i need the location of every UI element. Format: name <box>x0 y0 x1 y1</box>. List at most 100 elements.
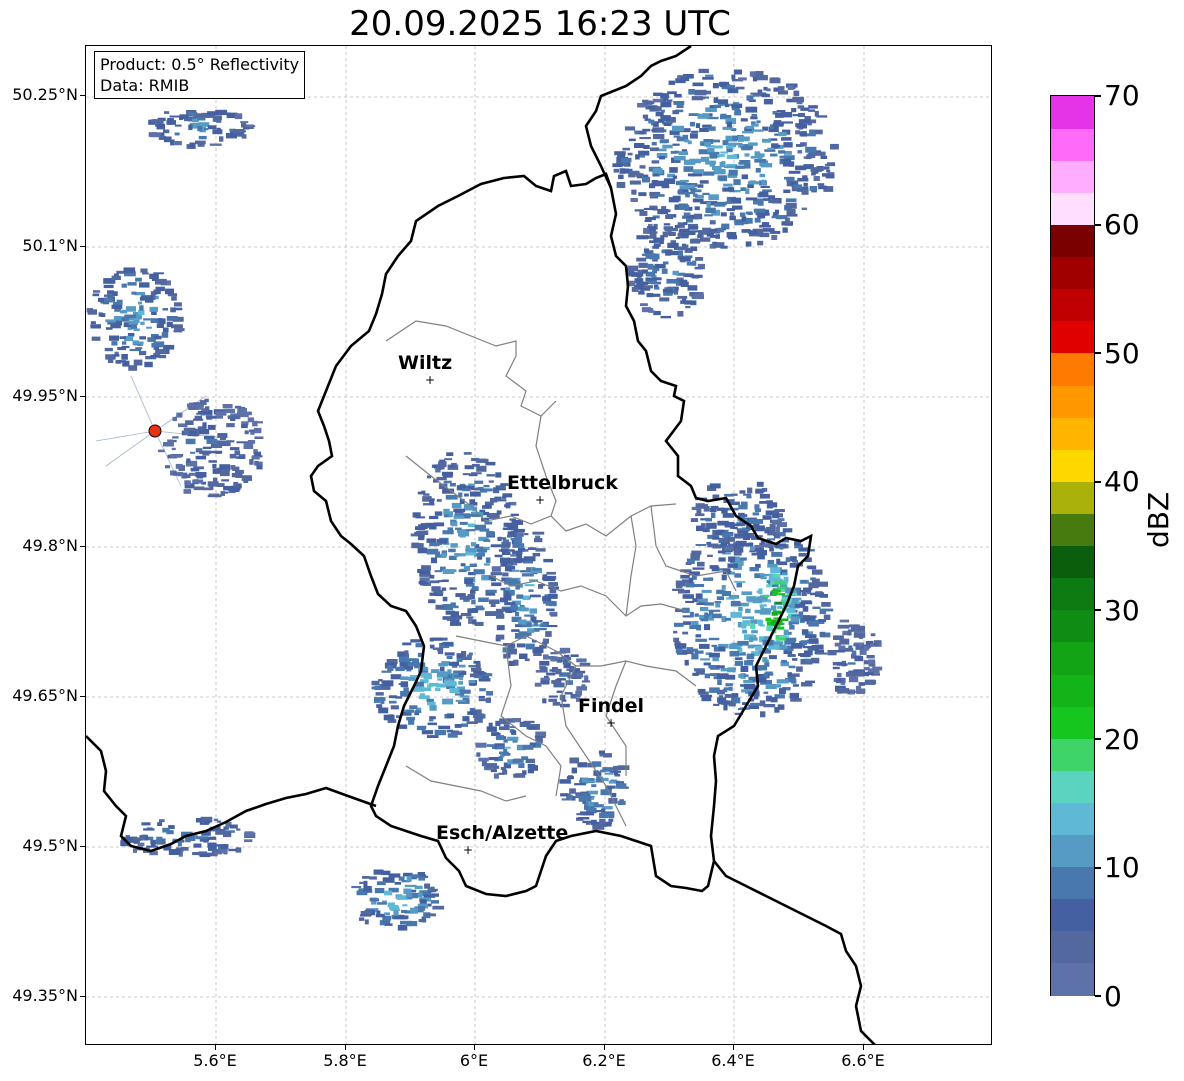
echo-cell <box>511 518 516 524</box>
echo-cell <box>751 114 757 117</box>
echo-cell <box>431 586 441 592</box>
echo-cell <box>699 180 709 184</box>
echo-cell <box>778 513 783 518</box>
echo-cell <box>796 666 803 672</box>
echo-cell <box>190 451 196 454</box>
echo-cell <box>651 129 657 132</box>
echo-cell <box>652 245 659 249</box>
echo-cell <box>415 643 423 648</box>
echo-cell <box>139 282 150 288</box>
echo-cell <box>543 558 553 563</box>
echo-cell <box>703 577 714 581</box>
echo-cell <box>423 493 430 496</box>
echo-cell <box>195 818 202 823</box>
echo-cell <box>720 245 728 249</box>
echo-cell <box>467 548 480 553</box>
echo-cell <box>469 673 478 678</box>
echo-cell <box>252 420 258 427</box>
echo-cell <box>690 189 702 193</box>
echo-cell <box>197 117 206 121</box>
echo-cell <box>166 321 173 327</box>
echo-cell <box>754 609 766 614</box>
echo-cell <box>167 118 174 121</box>
echo-cell <box>738 77 747 81</box>
echo-cell <box>727 563 738 568</box>
echo-cell <box>224 831 232 836</box>
echo-cell <box>129 348 142 352</box>
echo-cell <box>757 596 765 602</box>
echo-cell <box>776 684 782 688</box>
echo-cell <box>773 533 781 539</box>
product-info-box: Product: 0.5° Reflectivity Data: RMIB <box>94 51 306 99</box>
echo-cell <box>169 115 180 118</box>
echo-cell <box>157 822 163 826</box>
echo-cell <box>751 630 758 634</box>
echo-cell <box>700 607 709 612</box>
echo-cell <box>406 876 412 882</box>
echo-cell <box>702 227 711 233</box>
echo-cell <box>857 625 865 632</box>
echo-cell <box>174 141 182 146</box>
echo-cell <box>416 725 427 730</box>
echo-cell <box>376 704 383 708</box>
echo-cell <box>109 335 119 341</box>
echo-cell <box>546 571 556 575</box>
echo-cell <box>735 657 743 660</box>
echo-cell <box>611 792 617 798</box>
echo-cell <box>723 704 728 711</box>
echo-cell <box>706 541 712 545</box>
echo-cell <box>217 467 224 470</box>
echo-cell <box>639 210 648 216</box>
echo-cell <box>538 627 547 631</box>
echo-cell <box>786 158 792 162</box>
dbz-colorbar <box>1050 95 1095 996</box>
echo-cell <box>374 685 382 691</box>
echo-cell <box>786 607 796 613</box>
echo-cell <box>866 655 875 659</box>
echo-cell <box>478 526 484 530</box>
colorbar-segment <box>1051 128 1094 161</box>
echo-cell <box>615 781 625 784</box>
echo-cell <box>153 272 164 275</box>
echo-cell <box>672 195 681 202</box>
echo-cell <box>721 507 728 514</box>
echo-cell <box>853 642 865 645</box>
echo-cell <box>463 452 472 455</box>
echo-cell <box>511 730 517 735</box>
echo-cell <box>205 406 210 411</box>
echo-cell <box>691 653 699 660</box>
echo-cell <box>548 695 558 698</box>
echo-cell <box>684 184 695 189</box>
echo-cell <box>686 261 696 266</box>
echo-cell <box>704 673 710 679</box>
echo-cell <box>139 350 147 356</box>
echo-cell <box>711 613 722 619</box>
echo-cell <box>97 297 105 302</box>
radar-map[interactable]: + + + + Wiltz Ettelbruck Findel Esch/Alz… <box>85 45 992 1045</box>
echo-cell <box>754 217 761 223</box>
echo-cell <box>121 354 128 360</box>
echo-cell <box>678 204 690 210</box>
echo-cell <box>405 921 418 927</box>
echo-cell <box>197 126 203 132</box>
echo-cell <box>524 533 529 536</box>
echo-cell <box>655 111 664 117</box>
echo-cell <box>426 698 434 702</box>
echo-cell <box>702 528 710 533</box>
echo-cell <box>163 442 174 447</box>
echo-cell <box>516 643 526 648</box>
echo-cell <box>698 643 710 649</box>
echo-cell <box>566 668 573 671</box>
colorbar-segment <box>1051 481 1094 514</box>
echo-cell <box>486 691 493 696</box>
echo-cell <box>462 697 470 701</box>
echo-cell <box>758 588 763 594</box>
echo-cell <box>742 616 755 619</box>
echo-cell <box>642 114 649 119</box>
echo-cell <box>503 739 508 743</box>
echo-cell <box>720 81 727 88</box>
colorbar-segment <box>1051 384 1094 418</box>
echo-cell <box>743 674 749 677</box>
echo-cell <box>837 672 842 678</box>
echo-cell <box>542 574 548 579</box>
